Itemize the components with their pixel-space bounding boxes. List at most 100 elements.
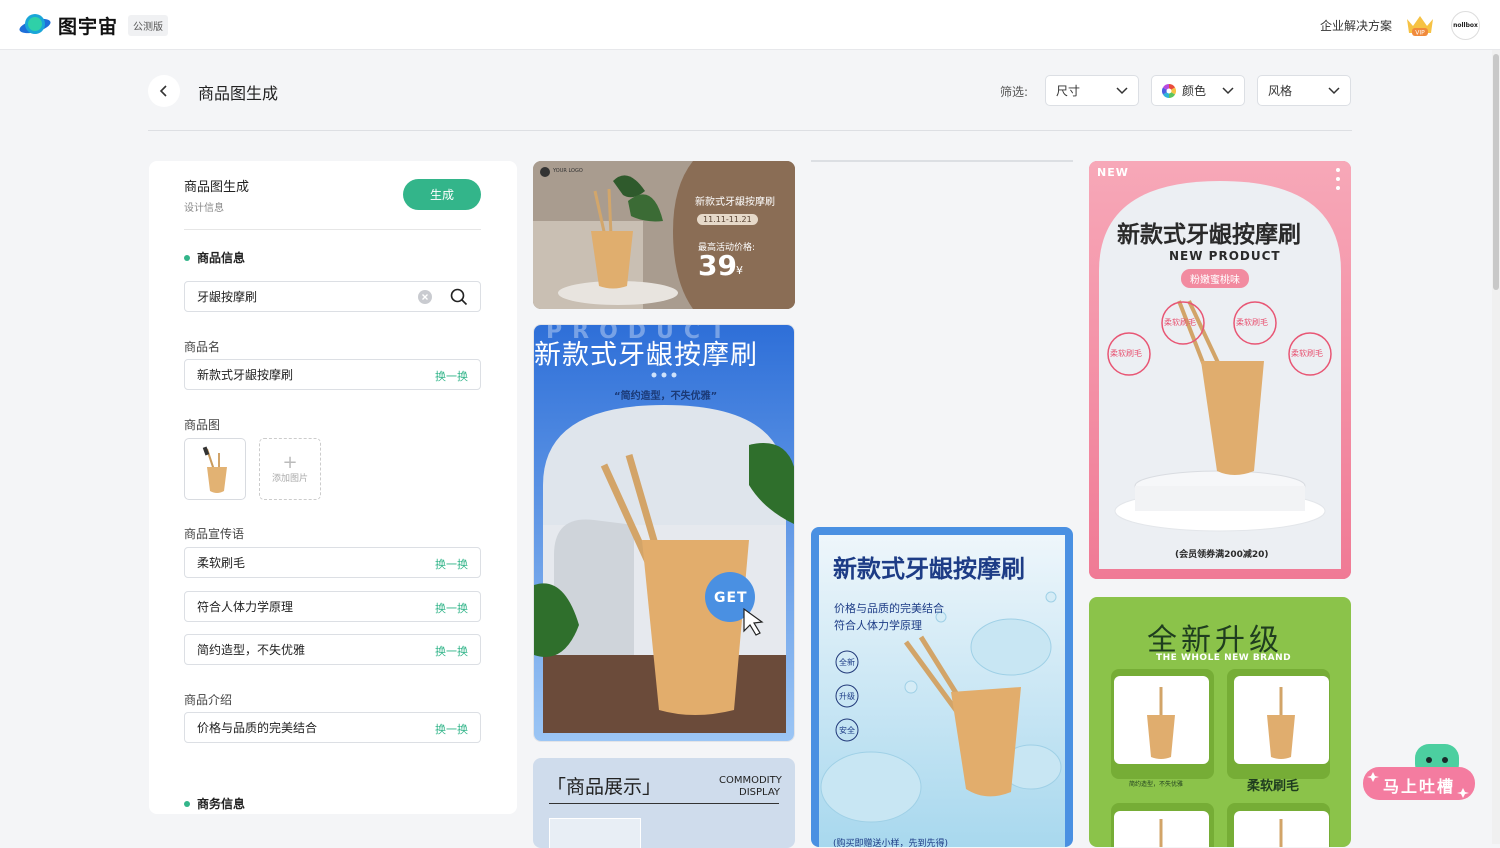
card-2-get: GET — [714, 590, 748, 606]
card-1-logo: YOUR LOGO — [553, 168, 583, 174]
card-2-title: 新款式牙龈按摩刷 — [534, 340, 758, 371]
template-card-3[interactable]: 「商品展示」 COMMODITY DISPLAY — [533, 758, 795, 848]
intro-value: 价格与品质的完美结合 — [197, 721, 318, 735]
slogan-field-2[interactable]: 符合人体力学原理 换一换 — [184, 591, 481, 622]
card-5-badge-1: 柔软刷毛 — [1164, 318, 1196, 327]
swap-button[interactable]: 换一换 — [435, 368, 468, 384]
add-image-button[interactable]: + 添加图片 — [259, 438, 321, 500]
card-4-tag-3: 安全 — [839, 726, 855, 735]
template-card-4[interactable]: 新款式牙龈按摩刷 价格与品质的完美结合 符合人体力学原理 全新 升级 安全 (购… — [811, 527, 1073, 847]
slogan-value: 简约造型，不失优雅 — [197, 643, 306, 657]
card-1-date: 11.11-11.21 — [697, 214, 758, 225]
card-6-caption-1: 简约造型，不失优雅 — [1129, 781, 1184, 788]
card-5-footer: (会员领券满200减20) — [1175, 550, 1269, 560]
filter-size[interactable]: 尺寸 — [1045, 75, 1139, 106]
intro-label: 商品介绍 — [184, 693, 233, 707]
filter-color[interactable]: 颜色 — [1151, 75, 1245, 106]
brand-logo[interactable]: 图宇宙 公测版 — [18, 11, 169, 39]
generate-button[interactable]: 生成 — [403, 179, 481, 210]
section-product-info: 商品信息 — [184, 249, 245, 266]
template-card-2[interactable]: PRODUCT 新款式牙龈按摩刷 “简约造型，不失优雅” GET — [533, 324, 795, 742]
beta-badge: 公测版 — [128, 14, 169, 36]
card-4-title: 新款式牙龈按摩刷 — [833, 555, 1025, 583]
swap-button[interactable]: 换一换 — [435, 600, 468, 616]
card-3-rule — [549, 803, 779, 804]
color-wheel-icon — [1162, 83, 1176, 98]
card-5-badge-4: 柔软刷毛 — [1291, 349, 1323, 358]
slogan-field-1[interactable]: 柔软刷毛 换一换 — [184, 547, 481, 578]
card-5-subtitle: NEW PRODUCT — [1169, 249, 1281, 263]
template-card-6[interactable]: 全新升级 THE WHOLE NEW BRAND 简约造型，不失优雅 柔软刷毛 — [1089, 597, 1351, 847]
chevron-left-icon — [159, 85, 167, 97]
card-1-currency: ¥ — [736, 264, 743, 277]
top-bar: 图宇宙 公测版 企业解决方案 VIP nollbox — [0, 0, 1500, 50]
card-5-flavor: 粉嫩蜜桃味 — [1181, 269, 1249, 288]
card-3-title: 「商品展示」 — [547, 776, 662, 798]
card-6-subtitle: THE WHOLE NEW BRAND — [1156, 653, 1292, 663]
back-button[interactable] — [148, 75, 180, 107]
card-5-badge-3: 柔软刷毛 — [1110, 349, 1142, 358]
card-4-footer: (购买即赠送小样，先到先得) — [833, 839, 949, 847]
product-name-label: 商品名 — [184, 340, 221, 354]
feedback-widget[interactable]: 马上吐槽 — [1363, 740, 1475, 802]
page-title: 商品图生成 — [198, 84, 279, 103]
card-2-slogan: “简约造型，不失优雅” — [614, 391, 718, 402]
product-search-input[interactable]: 牙龈按摩刷 — [184, 281, 481, 312]
planet-logo-icon — [19, 14, 51, 34]
filter-color-label: 颜色 — [1182, 84, 1207, 98]
slogan-value: 符合人体力学原理 — [197, 600, 294, 614]
swap-button[interactable]: 换一换 — [435, 556, 468, 572]
swap-button[interactable]: 换一换 — [435, 721, 468, 737]
divider — [148, 130, 1352, 131]
swap-button[interactable]: 换一换 — [435, 643, 468, 659]
search-icon[interactable] — [450, 288, 468, 306]
section-dot — [184, 800, 190, 807]
product-image-label: 商品图 — [184, 418, 221, 432]
product-name-value: 新款式牙龈按摩刷 — [197, 368, 294, 382]
chevron-down-icon — [1222, 87, 1234, 95]
section-label: 商品信息 — [197, 251, 246, 265]
slogan-label: 商品宣传语 — [184, 527, 245, 541]
brand-name: 图宇宙 — [58, 15, 119, 38]
card-5-title: 新款式牙龈按摩刷 — [1117, 222, 1301, 248]
card-4-line1: 价格与品质的完美结合 — [834, 602, 944, 615]
enterprise-solutions-link[interactable]: 企业解决方案 — [1320, 17, 1392, 34]
avatar-text: nollbox — [1453, 22, 1478, 29]
search-value: 牙龈按摩刷 — [197, 290, 258, 304]
chevron-down-icon — [1116, 87, 1128, 95]
product-image-thumbnail[interactable] — [184, 438, 246, 500]
card-3-sub2: DISPLAY — [739, 787, 781, 798]
add-image-label: 添加图片 — [271, 473, 308, 484]
filter-size-label: 尺寸 — [1056, 84, 1081, 98]
product-name-field[interactable]: 新款式牙龈按摩刷 换一换 — [184, 359, 481, 390]
template-card-1[interactable]: YOUR LOGO 新款式牙龈按摩刷 11.11-11.21 最高活动价格: 3… — [533, 161, 795, 309]
vip-crown-icon[interactable]: VIP — [1404, 13, 1436, 37]
card-5-badge-2: 柔软刷毛 — [1236, 318, 1268, 327]
filter-style[interactable]: 风格 — [1257, 75, 1351, 106]
filter-label: 筛选: — [1000, 85, 1029, 99]
template-card-5[interactable]: NEW 新款式牙龈按摩刷 NEW PRODUCT 粉嫩蜜桃味 柔软刷毛 柔软刷毛… — [1089, 161, 1351, 579]
feedback-label: 马上吐槽 — [1383, 777, 1456, 796]
section-dot — [184, 254, 190, 261]
section-business-info: 商务信息 — [184, 795, 245, 812]
card-1-title: 新款式牙龈按摩刷 — [695, 197, 775, 208]
slogan-field-3[interactable]: 简约造型，不失优雅 换一换 — [184, 634, 481, 665]
panel-title: 商品图生成 — [184, 180, 250, 195]
slogan-value: 柔软刷毛 — [197, 556, 246, 570]
card-6-caption-2: 柔软刷毛 — [1247, 779, 1300, 794]
user-avatar[interactable]: nollbox — [1451, 11, 1480, 40]
card-1-price: 39 — [698, 249, 737, 282]
chevron-down-icon — [1328, 87, 1340, 95]
card-1-artwork — [533, 161, 795, 309]
vip-label: VIP — [1415, 30, 1425, 37]
clear-icon[interactable] — [418, 290, 432, 304]
section-label: 商务信息 — [197, 797, 246, 811]
plus-icon: + — [282, 451, 298, 473]
panel-subtitle: 设计信息 — [184, 203, 224, 214]
filter-style-label: 风格 — [1268, 84, 1293, 98]
scrollbar-thumb[interactable] — [1493, 54, 1499, 290]
card-4-tag-2: 升级 — [839, 692, 855, 701]
settings-panel: 商品图生成 设计信息 生成 商品信息 牙龈按摩刷 商品名 新款式牙龈按摩刷 换一… — [149, 161, 517, 814]
intro-field[interactable]: 价格与品质的完美结合 换一换 — [184, 712, 481, 743]
card-4-line2: 符合人体力学原理 — [834, 619, 922, 632]
